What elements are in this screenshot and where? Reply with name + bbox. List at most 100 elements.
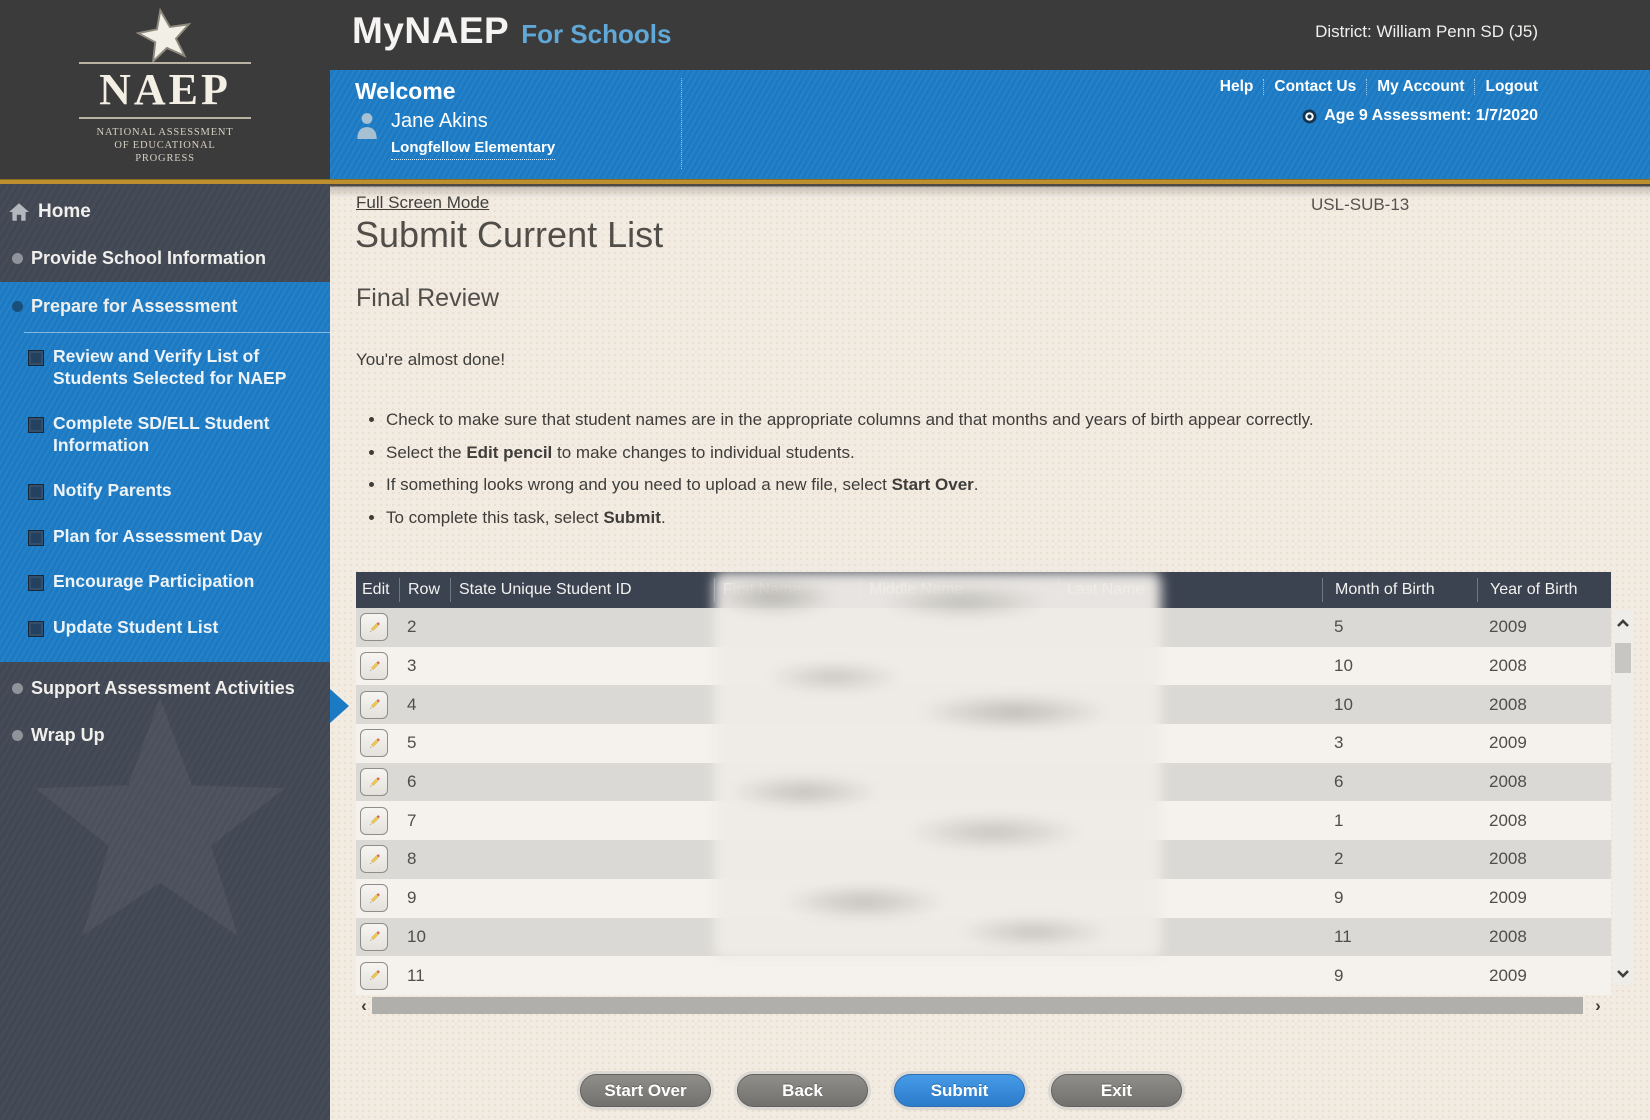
sidebar-item-prepare-for-assessment[interactable]: Prepare for Assessment — [0, 294, 330, 318]
scroll-down-icon[interactable] — [1615, 965, 1631, 981]
edit-row-button[interactable] — [360, 613, 388, 641]
edit-row-button[interactable] — [360, 768, 388, 796]
table-row: 822008 — [356, 840, 1611, 879]
instruction-bullet: Check to make sure that student names ar… — [386, 408, 1386, 432]
horizontal-scroll-thumb[interactable] — [372, 997, 1583, 1014]
year-of-birth: 2008 — [1477, 656, 1611, 676]
logo-caption: NATIONAL ASSESSMENT OF EDUCATIONAL PROGR… — [0, 126, 330, 165]
scroll-right-icon[interactable]: › — [1590, 997, 1606, 1014]
edit-row-button[interactable] — [360, 923, 388, 951]
sidebar-item-provide-school-information[interactable]: Provide School Information — [0, 246, 330, 270]
month-of-birth: 9 — [1322, 966, 1477, 986]
app-brand: MyNAEPFor Schools — [352, 10, 671, 52]
edit-row-button[interactable] — [360, 845, 388, 873]
pencil-icon — [367, 659, 382, 674]
month-of-birth: 10 — [1322, 656, 1477, 676]
mynaep-page: MyNAEPFor Schools District: William Penn… — [0, 0, 1650, 1120]
sidebar-subitem-encourage-participation[interactable]: Encourage Participation — [28, 571, 313, 593]
month-of-birth: 9 — [1322, 888, 1477, 908]
prepare-children: Review and Verify List of Students Selec… — [0, 346, 323, 662]
year-of-birth: 2008 — [1477, 849, 1611, 869]
sidebar-subitem-label: Plan for Assessment Day — [53, 526, 313, 548]
year-of-birth: 2009 — [1477, 617, 1611, 637]
header-link-my-account[interactable]: My Account — [1367, 78, 1474, 96]
assessment-info: Age 9 Assessment: 1/7/2020 — [1302, 107, 1538, 125]
edit-cell — [356, 768, 399, 796]
header-link-contact-us[interactable]: Contact Us — [1264, 78, 1366, 96]
year-of-birth: 2008 — [1477, 927, 1611, 947]
month-of-birth: 6 — [1322, 772, 1477, 792]
vertical-scrollbar[interactable] — [1613, 610, 1633, 985]
sidebar-subitem-complete-sd/ell-student[interactable]: Complete SD/ELL Student Information — [28, 413, 313, 456]
edit-cell — [356, 652, 399, 680]
edit-row-button[interactable] — [360, 729, 388, 757]
pencil-icon — [367, 697, 382, 712]
table-row: 252009 — [356, 608, 1611, 647]
sidebar-subitem-update-student-list[interactable]: Update Student List — [28, 617, 313, 639]
sidebar-item-label: Home — [38, 200, 91, 224]
edit-row-button[interactable] — [360, 884, 388, 912]
sidebar: Home Provide School Information Prepare … — [0, 184, 330, 1120]
back-button[interactable]: Back — [737, 1074, 868, 1107]
row-number: 9 — [399, 888, 450, 908]
active-section-arrow — [330, 689, 349, 723]
edit-row-button[interactable] — [360, 691, 388, 719]
table-row: 532009 — [356, 724, 1611, 763]
instruction-bullet: To complete this task, select Submit. — [386, 506, 1386, 530]
student-table: EditRowState Unique Student IDFirst Name… — [356, 572, 1611, 995]
sidebar-item-label: Prepare for Assessment — [31, 294, 237, 318]
sidebar-subitem-notify-parents[interactable]: Notify Parents — [28, 480, 313, 502]
full-screen-mode-link[interactable]: Full Screen Mode — [356, 193, 489, 213]
sidebar-subitem-review-and-verify[interactable]: Review and Verify List of Students Selec… — [28, 346, 313, 389]
sidebar-subitem-label: Update Student List — [53, 617, 313, 639]
pencil-icon — [367, 891, 382, 906]
column-header-first-name: First Name — [714, 578, 860, 602]
sidebar-item-label: Provide School Information — [31, 246, 266, 270]
student-table-body: 252009 3102008 4102008 532009 — [356, 608, 1611, 995]
row-number: 2 — [399, 617, 450, 637]
school-link[interactable]: Longfellow Elementary — [391, 139, 555, 160]
table-row: 712008 — [356, 801, 1611, 840]
subitem-square-icon — [28, 530, 44, 546]
home-icon — [8, 202, 30, 222]
row-number: 10 — [399, 927, 450, 947]
exit-button[interactable]: Exit — [1051, 1074, 1182, 1107]
edit-row-button[interactable] — [360, 807, 388, 835]
start-over-button[interactable]: Start Over — [580, 1074, 711, 1107]
row-number: 3 — [399, 656, 450, 676]
scroll-up-icon[interactable] — [1615, 616, 1631, 632]
sidebar-active-section: Prepare for Assessment Review and Verify… — [0, 282, 330, 662]
year-of-birth: 2009 — [1477, 733, 1611, 753]
page-subtitle: Final Review — [356, 284, 499, 313]
edit-cell — [356, 691, 399, 719]
brand-suffix: For Schools — [521, 19, 671, 49]
pencil-icon — [367, 736, 382, 751]
vertical-scroll-thumb[interactable] — [1615, 643, 1631, 673]
bullet-icon — [12, 301, 23, 312]
naep-watermark — [10, 664, 310, 994]
sidebar-item-home[interactable]: Home — [0, 200, 330, 224]
horizontal-scrollbar[interactable]: ‹ › — [356, 997, 1606, 1014]
pencil-icon — [367, 968, 382, 983]
subitem-square-icon — [28, 417, 44, 433]
edit-cell — [356, 923, 399, 951]
pencil-icon — [367, 775, 382, 790]
table-row: 1192009 — [356, 956, 1611, 995]
pencil-icon — [367, 929, 382, 944]
bullet-icon — [12, 253, 23, 264]
sidebar-subitem-plan-for-assessment[interactable]: Plan for Assessment Day — [28, 526, 313, 548]
header-link-logout[interactable]: Logout — [1475, 78, 1538, 96]
sidebar-subitem-label: Complete SD/ELL Student Information — [53, 413, 313, 456]
edit-row-button[interactable] — [360, 652, 388, 680]
edit-row-button[interactable] — [360, 962, 388, 990]
submit-button[interactable]: Submit — [894, 1074, 1025, 1107]
scroll-left-icon[interactable]: ‹ — [356, 997, 372, 1014]
edit-cell — [356, 962, 399, 990]
table-row: 3 102008 — [356, 647, 1611, 686]
row-number: 4 — [399, 695, 450, 715]
main-content: Full Screen Mode USL-SUB-13 Submit Curre… — [330, 184, 1650, 1120]
header-links: HelpContact UsMy AccountLogout — [1210, 75, 1538, 99]
header-link-help[interactable]: Help — [1210, 78, 1264, 96]
year-of-birth: 2009 — [1477, 966, 1611, 986]
column-header-month-of-birth: Month of Birth — [1322, 578, 1477, 602]
